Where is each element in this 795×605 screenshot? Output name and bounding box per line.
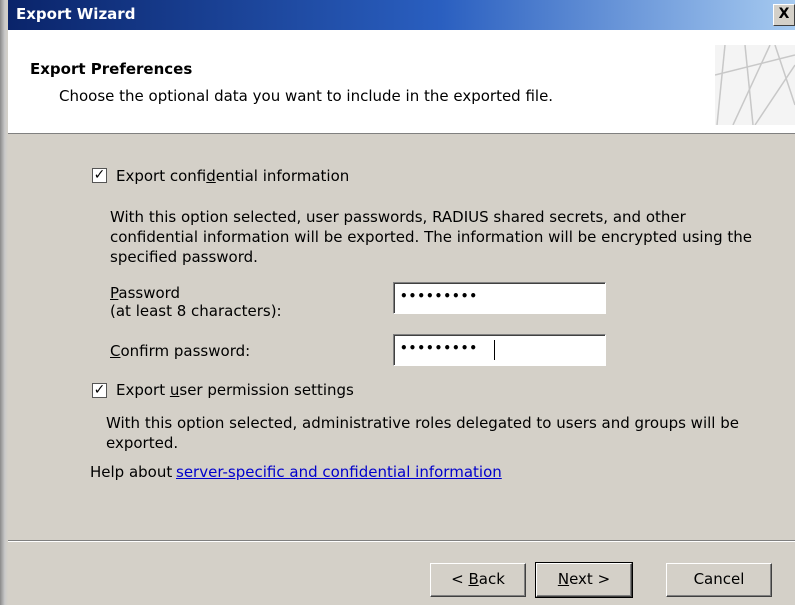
export-wizard-window: Export Wizard X Export Preferences Choos… [0, 0, 795, 605]
window-left-edge [0, 0, 8, 605]
export-permissions-label[interactable]: Export user permission settings [116, 381, 354, 399]
title-bar[interactable]: Export Wizard X [8, 0, 795, 30]
permissions-description: With this option selected, administrativ… [106, 414, 739, 452]
close-icon: X [778, 6, 790, 22]
confirm-password-mask: ••••••••• [400, 341, 479, 355]
wizard-header: Export Preferences Choose the optional d… [8, 30, 795, 134]
back-button[interactable]: < Back [430, 563, 526, 597]
page-title: Export Preferences [30, 60, 193, 78]
export-permissions-checkbox[interactable]: ✓ [92, 382, 107, 398]
cancel-button[interactable]: Cancel [666, 563, 772, 597]
password-mask: ••••••••• [400, 289, 479, 303]
export-confidential-label[interactable]: Export confidential information [116, 167, 349, 185]
password-label: Password (at least 8 characters): [110, 284, 282, 320]
page-subtitle: Choose the optional data you want to inc… [59, 87, 554, 105]
help-prefix: Help about [90, 463, 173, 481]
confirm-password-label: Confirm password: [110, 342, 251, 360]
confidential-description: With this option selected, user password… [110, 208, 752, 266]
checkmark-icon: ✓ [93, 167, 106, 183]
text-caret [494, 340, 495, 360]
checkmark-icon: ✓ [93, 382, 106, 398]
wizard-header-graphic-icon [715, 45, 795, 125]
help-link[interactable]: server-specific and confidential informa… [176, 463, 502, 481]
window-title: Export Wizard [16, 5, 136, 23]
confirm-password-input[interactable]: ••••••••• [393, 334, 606, 366]
button-separator [8, 540, 795, 542]
export-confidential-checkbox[interactable]: ✓ [92, 167, 107, 183]
next-button[interactable]: Next > [535, 562, 633, 598]
close-button[interactable]: X [773, 4, 795, 26]
password-input[interactable]: ••••••••• [393, 282, 606, 314]
